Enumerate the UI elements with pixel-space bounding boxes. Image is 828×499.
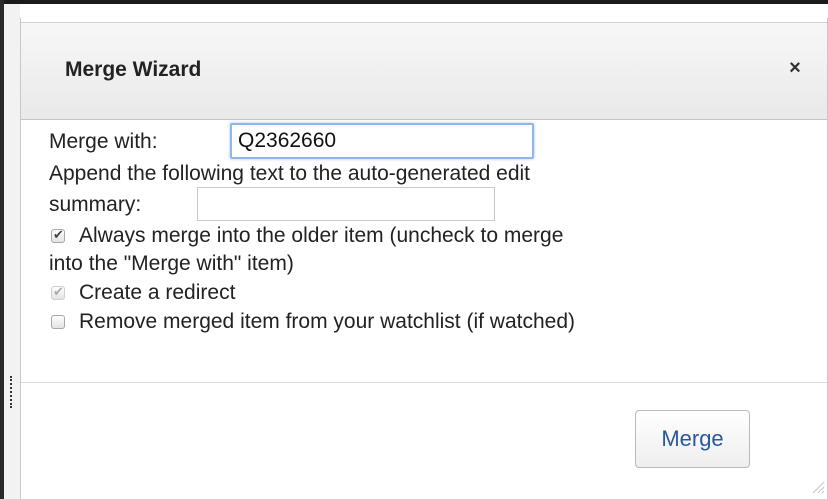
merge-wizard-dialog: Merge Wizard × Merge with: Append the fo… — [20, 18, 828, 499]
create-redirect-checkbox[interactable]: ✔ — [51, 284, 65, 300]
merge-button[interactable]: Merge — [635, 410, 750, 468]
merge-with-row: Merge with: — [49, 122, 809, 160]
check-icon: ✔ — [53, 284, 64, 299]
check-icon: ✔ — [53, 227, 64, 242]
footer-divider — [21, 382, 827, 383]
remove-watchlist-checkbox[interactable] — [51, 315, 65, 329]
dialog-content: Merge with: Append the following text to… — [49, 122, 809, 337]
merge-with-label: Merge with: — [49, 130, 158, 153]
create-redirect-label: Create a redirect — [79, 281, 236, 304]
option-merge-older-cont: into the "Merge with" item) — [49, 249, 809, 279]
resize-grip-icon[interactable] — [811, 480, 825, 494]
window-edge-top — [0, 0, 828, 4]
option-remove-watchlist: Remove merged item from your watchlist (… — [49, 307, 809, 337]
append-text-row: Append the following text to the auto-ge… — [49, 160, 809, 187]
merge-with-input[interactable] — [230, 123, 534, 159]
option-merge-older: ✔ Always merge into the older item (unch… — [49, 222, 809, 249]
close-icon[interactable]: × — [784, 55, 806, 81]
option-create-redirect: ✔ Create a redirect — [49, 279, 809, 307]
screen: Merge Wizard × Merge with: Append the fo… — [0, 0, 828, 499]
append-text-label-line1: Append the following text to the auto-ge… — [49, 162, 531, 185]
dialog-title: Merge Wizard — [65, 58, 202, 81]
remove-watchlist-label: Remove merged item from your watchlist (… — [79, 310, 575, 333]
background-page-mark — [10, 376, 15, 408]
dialog-titlebar[interactable]: Merge Wizard × — [21, 22, 827, 120]
append-text-label-line2: summary: — [49, 193, 142, 216]
merge-older-label-line1: Always merge into the older item (unchec… — [79, 224, 564, 247]
merge-older-label-line2: into the "Merge with" item) — [49, 252, 294, 275]
background-page-strip — [4, 4, 20, 499]
merge-older-checkbox[interactable]: ✔ — [51, 227, 65, 243]
append-summary-row: summary: — [49, 187, 809, 222]
edit-summary-input[interactable] — [197, 187, 495, 221]
